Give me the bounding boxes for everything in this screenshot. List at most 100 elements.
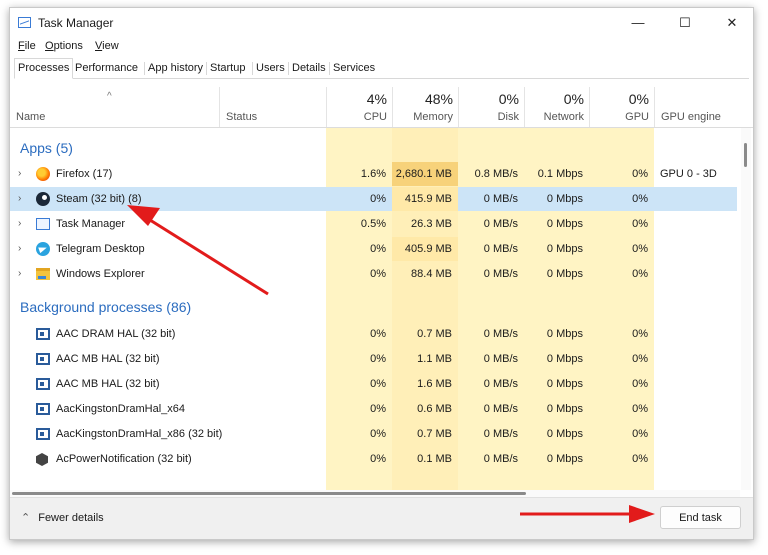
process-row[interactable]: › Task Manager 0.5% 26.3 MB 0 MB/s 0 Mbps 0% <box>10 212 737 236</box>
cell-gpu: 0% <box>632 193 648 205</box>
cell-cpu: 0.5% <box>360 218 386 230</box>
column-gpu[interactable]: 0% GPU <box>589 87 655 127</box>
tab-bar: Processes Performance App history Startu… <box>14 58 749 79</box>
cell-mem: 26.3 MB <box>411 218 452 230</box>
expand-chevron-icon[interactable]: › <box>18 212 21 236</box>
tab-startup[interactable]: Startup <box>207 60 248 77</box>
firefox-icon <box>36 167 50 181</box>
expand-chevron-icon[interactable]: › <box>18 262 21 286</box>
column-name[interactable]: Name <box>10 87 215 127</box>
service-icon <box>36 353 50 365</box>
group-header-apps[interactable]: Apps (5) <box>20 140 73 156</box>
cell-disk: 0 MB/s <box>483 243 518 255</box>
cell-cpu: 0% <box>370 193 386 205</box>
process-name: Firefox (17) <box>56 168 113 180</box>
menu-view[interactable]: View <box>95 40 119 52</box>
service-icon <box>36 378 50 390</box>
cell-disk: 0 MB/s <box>483 328 518 340</box>
tab-details[interactable]: Details <box>289 60 329 77</box>
cell-gpu: 0% <box>632 378 648 390</box>
horizontal-scrollbar[interactable] <box>10 490 740 497</box>
process-name: AacKingstonDramHal_x86 (32 bit) <box>56 428 223 440</box>
process-row[interactable]: › Telegram Desktop 0% 405.9 MB 0 MB/s 0 Mbps 0… <box>10 237 737 261</box>
cell-net: 0 Mbps <box>546 243 583 255</box>
process-name: Windows Explorer <box>56 268 145 280</box>
process-name: AcPowerNotification (32 bit) <box>56 453 192 465</box>
column-cpu[interactable]: 4% CPU <box>326 87 393 127</box>
cell-gpu: 0% <box>632 218 648 230</box>
cell-cpu: 0% <box>370 453 386 465</box>
column-disk[interactable]: 0% Disk <box>458 87 525 127</box>
process-row[interactable]: AcPowerNotification (32 bit) 0% 0.1 MB 0 MB… <box>10 447 737 471</box>
process-row[interactable]: AAC MB HAL (32 bit) 0% 1.6 MB 0 MB/s 0 Mbps 0… <box>10 372 737 396</box>
close-button[interactable]: ✕ <box>709 8 753 38</box>
cell-mem: 88.4 MB <box>411 268 452 280</box>
service-icon <box>36 428 50 440</box>
process-name: Steam (32 bit) (8) <box>56 193 142 205</box>
process-name: AAC MB HAL (32 bit) <box>56 378 160 390</box>
process-row[interactable]: AacKingstonDramHal_x64 0% 0.6 MB 0 MB/s 0 Mb… <box>10 397 737 421</box>
tab-app-history[interactable]: App history <box>145 60 206 77</box>
process-row[interactable]: AAC MB HAL (32 bit) 0% 1.1 MB 0 MB/s 0 Mbps 0… <box>10 347 737 371</box>
process-row[interactable]: › Windows Explorer 0% 88.4 MB 0 MB/s 0 Mbps 0% <box>10 262 737 286</box>
cell-mem: 1.1 MB <box>417 353 452 365</box>
cell-disk: 0 MB/s <box>483 268 518 280</box>
process-row[interactable]: › Steam (32 bit) (8) 0% 415.9 MB 0 MB/s 0 Mbp… <box>10 187 737 211</box>
cell-gpu: 0% <box>632 268 648 280</box>
cell-gpu: 0% <box>632 168 648 180</box>
cell-gpu: 0% <box>632 453 648 465</box>
column-memory[interactable]: 48% Memory <box>392 87 459 127</box>
tab-processes[interactable]: Processes <box>14 58 74 79</box>
title-bar: Task Manager — ☐ ✕ <box>10 8 753 38</box>
vertical-scrollbar[interactable] <box>741 128 751 490</box>
maximize-button[interactable]: ☐ <box>662 8 708 38</box>
tab-users[interactable]: Users <box>253 60 288 77</box>
cell-cpu: 0% <box>370 403 386 415</box>
cell-net: 0 Mbps <box>546 218 583 230</box>
cell-disk: 0 MB/s <box>483 428 518 440</box>
column-network[interactable]: 0% Network <box>524 87 590 127</box>
fewer-details-link[interactable]: ⌃ Fewer details <box>21 511 104 524</box>
column-gpu-engine[interactable]: GPU engine <box>654 87 740 127</box>
cell-gpu: 0% <box>632 403 648 415</box>
service-icon <box>36 403 50 415</box>
menu-file[interactable]: File <box>18 40 36 52</box>
service-icon <box>36 328 50 340</box>
process-name: AacKingstonDramHal_x64 <box>56 403 186 415</box>
expand-chevron-icon[interactable]: › <box>18 187 21 211</box>
process-row[interactable]: › Firefox (17) 1.6% 2,680.1 MB 0.8 MB/s 0.1 M… <box>10 162 737 186</box>
tab-performance[interactable]: Performance <box>72 60 141 77</box>
expand-chevron-icon[interactable]: › <box>18 237 21 261</box>
cell-disk: 0 MB/s <box>483 193 518 205</box>
process-row[interactable]: AAC DRAM HAL (32 bit) 0% 0.7 MB 0 MB/s 0 Mbp… <box>10 322 737 346</box>
expand-chevron-icon[interactable]: › <box>18 162 21 186</box>
minimize-button[interactable]: — <box>615 8 661 38</box>
cell-net: 0 Mbps <box>546 453 583 465</box>
cell-net: 0 Mbps <box>546 268 583 280</box>
cell-mem: 0.1 MB <box>417 453 452 465</box>
cell-disk: 0 MB/s <box>483 453 518 465</box>
cell-gpu-engine: GPU 0 - 3D <box>660 168 717 180</box>
cell-mem: 405.9 MB <box>392 237 458 261</box>
cell-cpu: 1.6% <box>360 168 386 180</box>
window-title: Task Manager <box>38 16 114 30</box>
cell-gpu: 0% <box>632 328 648 340</box>
folder-icon <box>36 268 50 280</box>
menu-options[interactable]: Options <box>45 40 83 52</box>
cell-cpu: 0% <box>370 243 386 255</box>
hexagon-icon <box>36 453 48 466</box>
process-name: Task Manager <box>56 218 126 230</box>
column-status[interactable]: Status <box>219 87 327 127</box>
cell-net: 0.1 Mbps <box>537 168 583 180</box>
process-row[interactable]: AacKingstonDramHal_x86 (32 bit) 0% 0.7 MB 0… <box>10 422 737 446</box>
cell-mem: 2,680.1 MB <box>392 162 458 186</box>
process-name: AAC DRAM HAL (32 bit) <box>56 328 176 340</box>
process-name: Telegram Desktop <box>56 243 145 255</box>
end-task-button[interactable]: End task <box>660 506 741 529</box>
process-name: AAC MB HAL (32 bit) <box>56 353 160 365</box>
group-header-background[interactable]: Background processes (86) <box>20 299 191 315</box>
cell-cpu: 0% <box>370 328 386 340</box>
tab-services[interactable]: Services <box>330 60 378 77</box>
cell-disk: 0 MB/s <box>483 353 518 365</box>
cell-disk: 0 MB/s <box>483 218 518 230</box>
